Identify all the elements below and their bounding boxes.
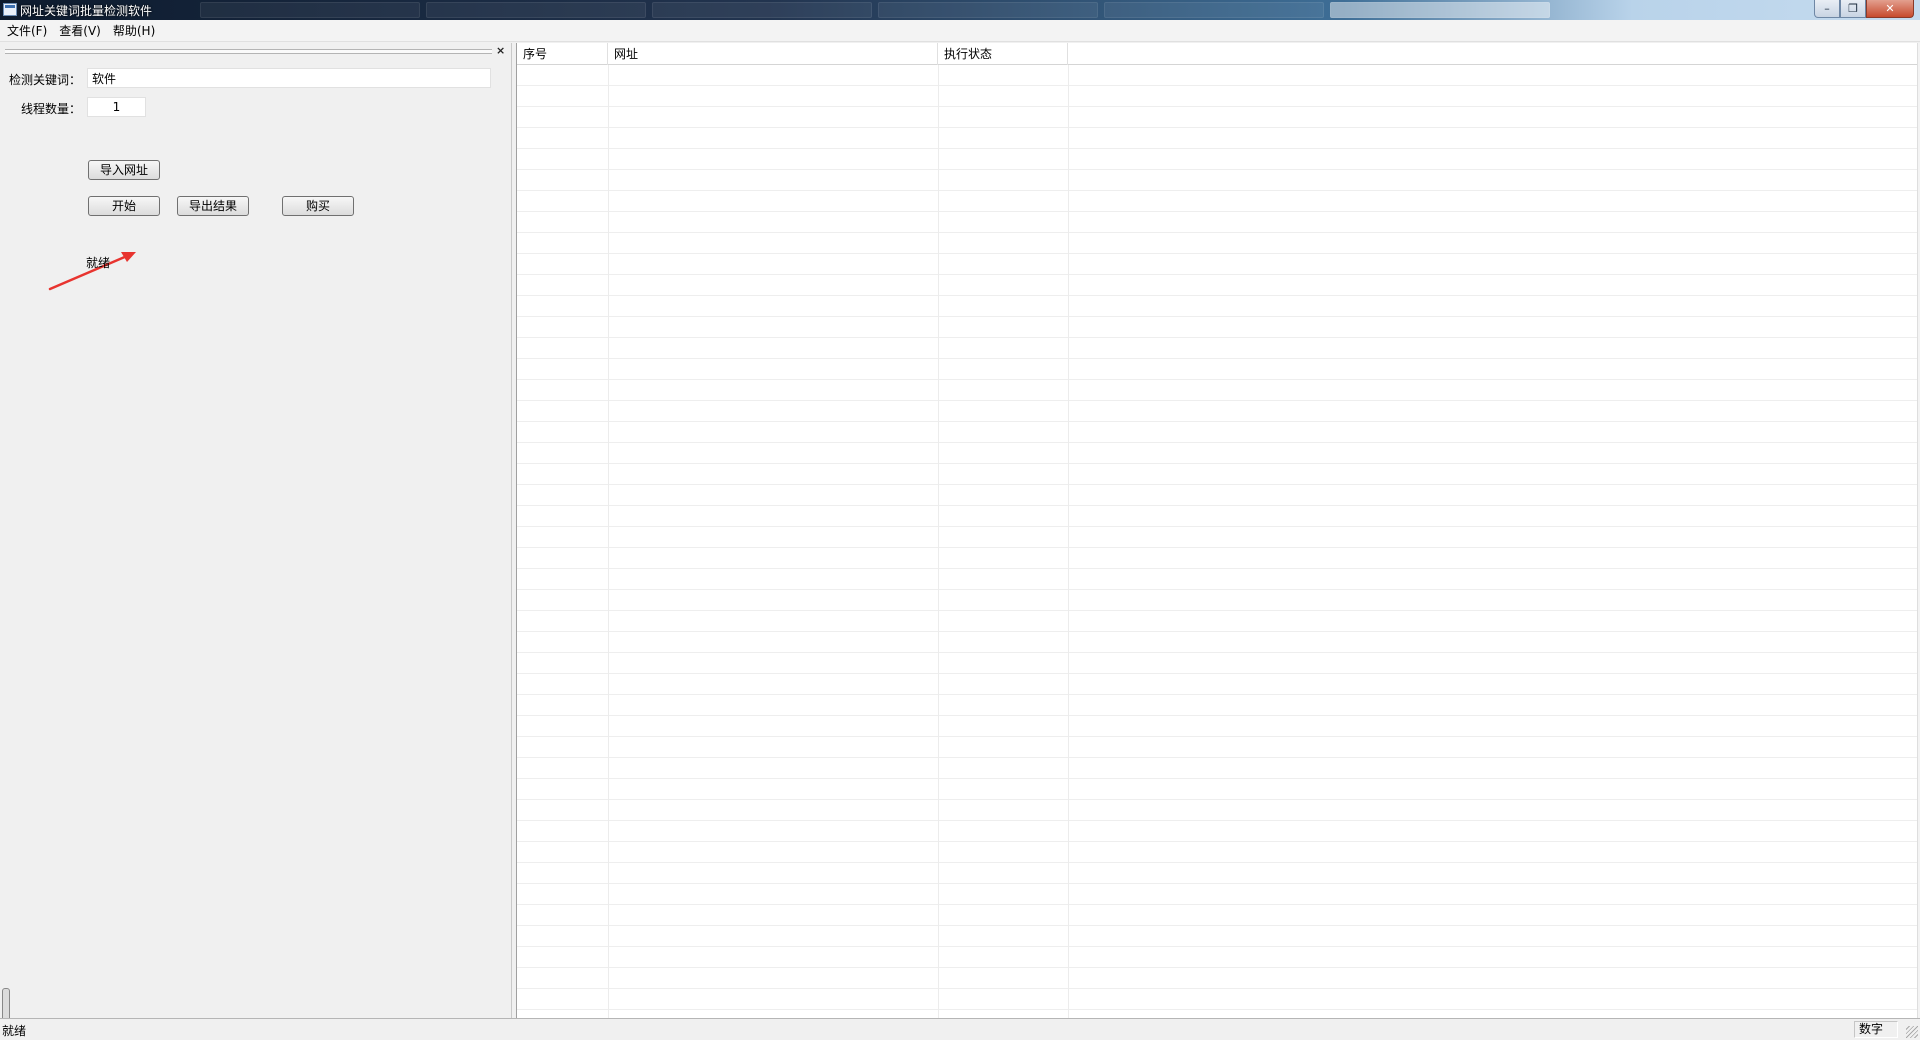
results-list[interactable]: 序号 网址 执行状态 [516,43,1920,1018]
taskbar-item [878,2,1098,18]
taskbar-item-active [1330,2,1550,18]
window-title: 网址关键词批量检测软件 [20,4,153,18]
taskbar-item [200,2,420,18]
pane-gripper[interactable] [5,49,492,54]
taskbar-item [1104,2,1324,18]
control-pane: × 检测关键词： 线程数量： 导入网址 开始 导出结果 购买 就绪 [0,43,512,1040]
background-taskbar-strip [200,2,1550,18]
menu-bar: 文件(F) 查看(V) 帮助(H) [0,20,1920,42]
column-divider [938,65,939,1018]
annotation-arrow [48,252,136,291]
title-bar: 网址关键词批量检测软件 – ❐ ✕ [0,0,1920,20]
minimize-button[interactable]: – [1814,0,1840,18]
thread-count-input[interactable] [87,97,146,117]
close-window-button[interactable]: ✕ [1866,0,1914,18]
column-divider [1068,65,1069,1018]
buy-button[interactable]: 购买 [282,196,354,216]
keyword-input[interactable] [87,68,491,88]
taskbar-item [652,2,872,18]
start-button[interactable]: 开始 [88,196,160,216]
close-icon: ✕ [1885,2,1895,15]
status-bar-text: 就绪 [2,1024,27,1038]
list-header: 序号 网址 执行状态 [517,43,1920,65]
run-status-label: 就绪 [86,256,111,270]
menu-help[interactable]: 帮助(H) [109,20,163,42]
column-header-url[interactable]: 网址 [608,43,938,65]
size-grip[interactable] [1906,1026,1918,1038]
column-header-status[interactable]: 执行状态 [938,43,1068,65]
thread-count-label: 线程数量： [21,102,82,116]
app-icon[interactable] [3,3,17,16]
keyword-label: 检测关键词： [9,73,82,87]
minimize-icon: – [1824,2,1830,15]
export-results-button[interactable]: 导出结果 [177,196,249,216]
column-divider [608,65,609,1018]
menu-file[interactable]: 文件(F) [3,20,55,42]
restore-icon: ❐ [1848,2,1858,15]
taskbar-item [426,2,646,18]
column-header-index[interactable]: 序号 [517,43,608,65]
import-urls-button[interactable]: 导入网址 [88,160,160,180]
list-body[interactable] [517,65,1920,1018]
numlock-indicator: 数字 [1854,1021,1898,1038]
menu-view[interactable]: 查看(V) [55,20,109,42]
restore-button[interactable]: ❐ [1840,0,1866,18]
pane-close-button[interactable]: × [496,44,505,58]
status-bar: 就绪 数字 [0,1018,1920,1040]
